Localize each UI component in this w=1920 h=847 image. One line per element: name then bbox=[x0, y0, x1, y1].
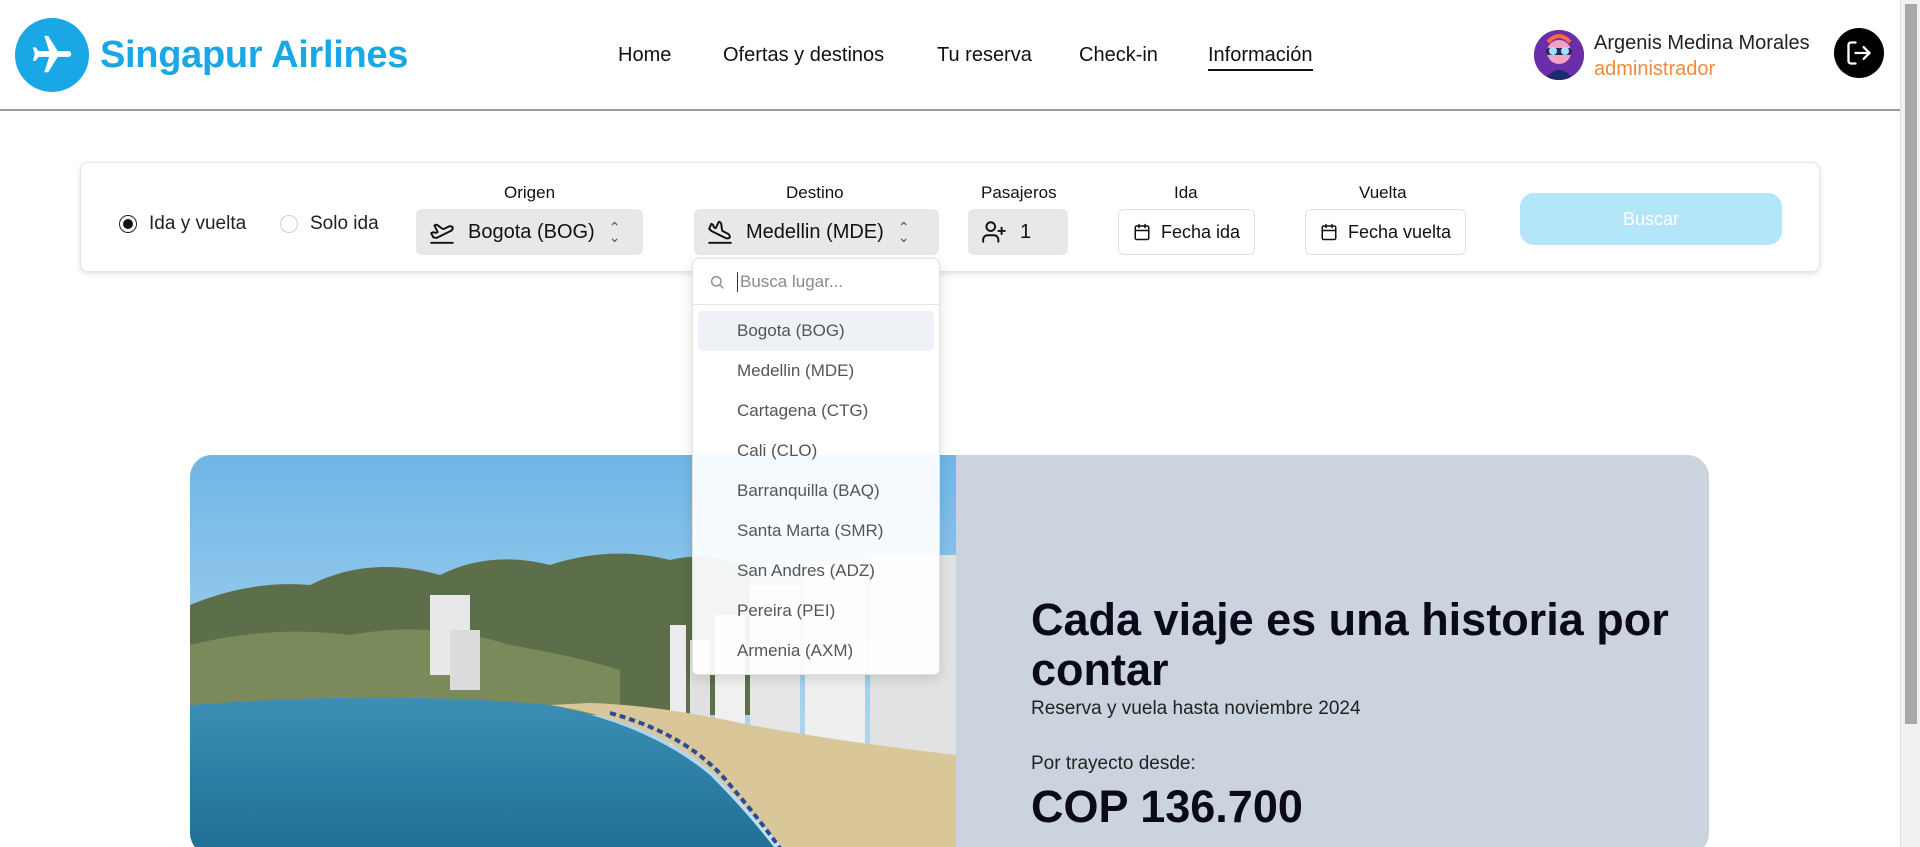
return-date-value: Fecha vuelta bbox=[1348, 221, 1452, 242]
nav-tu-reserva[interactable]: Tu reserva bbox=[937, 44, 1032, 67]
passengers-label: Pasajeros bbox=[981, 183, 1057, 202]
destination-label: Destino bbox=[786, 183, 844, 202]
promo-title: Cada viaje es una historia por contar bbox=[1031, 594, 1669, 695]
passengers-select[interactable]: 1 bbox=[968, 209, 1068, 255]
chevron-up-down-icon: ⌃ ⌄ bbox=[608, 219, 621, 245]
top-header: Singapur Airlines Home Ofertas y destino… bbox=[0, 0, 1900, 111]
radio-ida-y-vuelta[interactable]: Ida y vuelta bbox=[119, 213, 246, 235]
destination-value: Medellin (MDE) bbox=[746, 220, 884, 243]
passengers-value: 1 bbox=[1020, 220, 1032, 243]
user-role: administrador bbox=[1594, 58, 1716, 80]
nav-home[interactable]: Home bbox=[618, 44, 671, 67]
airplane-icon bbox=[32, 35, 72, 73]
destination-option[interactable]: Bogota (BOG) bbox=[698, 311, 934, 351]
destination-options-list: Bogota (BOG) Medellin (MDE) Cartagena (C… bbox=[698, 311, 934, 671]
radio-label: Ida y vuelta bbox=[149, 213, 247, 234]
promo-price-label: Por trayecto desde: bbox=[1031, 753, 1196, 774]
destination-option[interactable]: Medellin (MDE) bbox=[698, 351, 934, 391]
radio-label: Solo ida bbox=[310, 213, 379, 234]
user-name: Argenis Medina Morales bbox=[1594, 32, 1810, 54]
chevron-up-down-icon: ⌃ ⌄ bbox=[897, 219, 910, 245]
dropdown-search bbox=[693, 259, 939, 305]
airline-logo[interactable] bbox=[15, 18, 89, 92]
plane-landing-icon bbox=[708, 220, 732, 244]
nav-ofertas[interactable]: Ofertas y destinos bbox=[723, 44, 884, 67]
scrollbar-thumb[interactable] bbox=[1905, 4, 1917, 724]
destination-option[interactable]: Armenia (AXM) bbox=[698, 631, 934, 671]
origin-label: Origen bbox=[504, 183, 556, 202]
search-icon bbox=[711, 275, 724, 289]
origin-value: Bogota (BOG) bbox=[468, 220, 595, 243]
place-search-input[interactable] bbox=[737, 271, 927, 292]
radio-unselected-indicator bbox=[280, 215, 298, 233]
destination-option[interactable]: San Andres (ADZ) bbox=[698, 551, 934, 591]
promo-banner: Cada viaje es una historia por contar Re… bbox=[190, 455, 1709, 847]
promo-subtitle: Reserva y vuela hasta noviembre 2024 bbox=[1031, 698, 1361, 719]
search-button[interactable]: Buscar bbox=[1520, 193, 1782, 245]
return-date-button[interactable]: Fecha vuelta bbox=[1305, 209, 1467, 255]
calendar-icon bbox=[1321, 223, 1337, 241]
logout-button[interactable] bbox=[1834, 28, 1884, 78]
departure-label: Ida bbox=[1174, 183, 1198, 202]
return-label: Vuelta bbox=[1359, 183, 1407, 202]
radio-selected-indicator bbox=[119, 215, 137, 233]
destination-option[interactable]: Barranquilla (BAQ) bbox=[698, 471, 934, 511]
destination-dropdown: Bogota (BOG) Medellin (MDE) Cartagena (C… bbox=[692, 258, 940, 675]
destination-option[interactable]: Santa Marta (SMR) bbox=[698, 511, 934, 551]
plane-takeoff-icon bbox=[430, 223, 454, 244]
destination-select[interactable]: Medellin (MDE) ⌃ ⌄ bbox=[694, 209, 939, 255]
origin-select[interactable]: Bogota (BOG) ⌃ ⌄ bbox=[416, 209, 643, 255]
page-scrollbar[interactable] bbox=[1900, 0, 1920, 847]
departure-date-value: Fecha ida bbox=[1161, 221, 1241, 242]
departure-date-button[interactable]: Fecha ida bbox=[1118, 209, 1256, 255]
nav-informacion[interactable]: Información bbox=[1208, 44, 1313, 71]
flight-search-bar: Ida y vuelta Solo ida Origen Bogota (BOG… bbox=[80, 162, 1820, 272]
user-avatar[interactable] bbox=[1534, 30, 1584, 80]
radio-solo-ida[interactable]: Solo ida bbox=[280, 213, 379, 235]
logout-icon bbox=[1847, 41, 1871, 65]
nav-check-in[interactable]: Check-in bbox=[1079, 44, 1158, 67]
calendar-icon bbox=[1134, 223, 1150, 241]
destination-option[interactable]: Pereira (PEI) bbox=[698, 591, 934, 631]
user-plus-icon bbox=[982, 221, 1006, 243]
destination-option[interactable]: Cartagena (CTG) bbox=[698, 391, 934, 431]
brand-name[interactable]: Singapur Airlines bbox=[100, 34, 408, 77]
destination-option[interactable]: Cali (CLO) bbox=[698, 431, 934, 471]
promo-price: COP 136.700 bbox=[1031, 781, 1303, 832]
avatar-image bbox=[1534, 30, 1584, 80]
